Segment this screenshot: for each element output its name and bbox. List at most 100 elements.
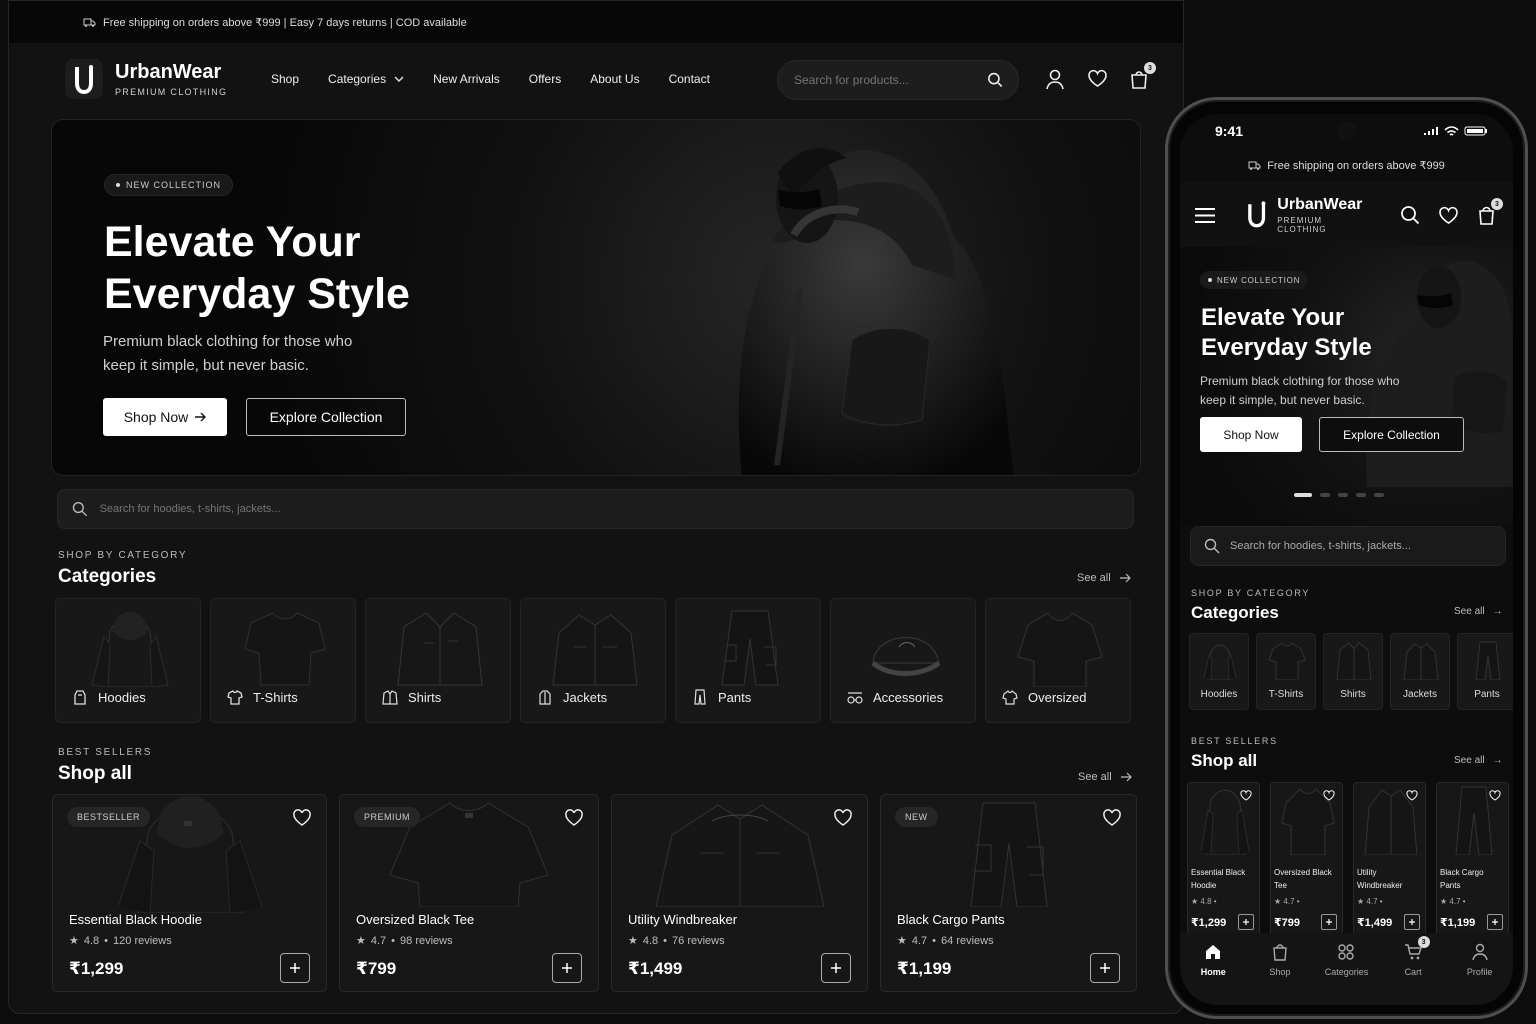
mobile-explore-collection-button[interactable]: Explore Collection <box>1319 417 1464 452</box>
user-icon[interactable] <box>1045 69 1065 90</box>
add-to-cart-button[interactable] <box>1487 914 1503 930</box>
main-navigation: Shop Categories New Arrivals Offers Abou… <box>271 72 710 86</box>
mobile-category-t-shirts[interactable]: T-Shirts <box>1256 633 1316 710</box>
mobile-category-jackets[interactable]: Jackets <box>1390 633 1450 710</box>
carousel-dot[interactable] <box>1338 493 1348 497</box>
add-to-cart-button[interactable] <box>280 953 310 983</box>
carousel-dot-active[interactable] <box>1294 493 1312 497</box>
plus-icon <box>1100 963 1110 973</box>
search-icon[interactable] <box>1400 205 1420 225</box>
tab-label: Home <box>1200 967 1226 977</box>
catalog-search-bar[interactable] <box>57 489 1134 529</box>
promo-bar: Free shipping on orders above ₹999 | Eas… <box>9 1 1183 43</box>
wishlist-heart-icon[interactable] <box>1102 809 1122 827</box>
tab-label: Profile <box>1466 967 1493 977</box>
mobile-brand-logo[interactable]: UrbanWear PREMIUM CLOTHING <box>1244 196 1372 234</box>
category-hoodies[interactable]: Hoodies <box>55 598 201 723</box>
tshirt-product-image <box>1268 642 1306 680</box>
rating-value: 4.7 <box>911 934 928 947</box>
wishlist-heart-icon[interactable] <box>1323 790 1335 801</box>
mobile-product-card[interactable]: Essential Black Hoodie ★ 4.8 • ₹1,299 <box>1187 782 1260 936</box>
tab-home[interactable]: Home <box>1184 943 1242 1005</box>
carousel-dot[interactable] <box>1356 493 1366 497</box>
pants-product-image <box>1475 641 1501 680</box>
nav-offers[interactable]: Offers <box>529 72 561 86</box>
nav-contact[interactable]: Contact <box>669 72 710 86</box>
category-jackets[interactable]: Jackets <box>520 598 666 723</box>
hero-carousel-dots[interactable] <box>1294 493 1384 497</box>
mobile-product-card[interactable]: Utility Windbreaker ★ 4.7 • ₹1,499 <box>1353 782 1426 936</box>
brand-logo[interactable]: UrbanWear PREMIUM CLOTHING <box>65 59 227 99</box>
status-icons <box>1423 125 1488 137</box>
mobile-category-shirts[interactable]: Shirts <box>1323 633 1383 710</box>
oversized-tee-icon <box>1002 690 1018 705</box>
wishlist-heart-icon[interactable] <box>1489 790 1501 801</box>
hamburger-menu-icon[interactable] <box>1194 207 1216 224</box>
tab-shop[interactable]: Shop <box>1251 943 1309 1005</box>
arrow-right-icon: → <box>1492 606 1503 617</box>
category-accessories-label: Accessories <box>873 689 944 705</box>
category-accessories[interactable]: Accessories <box>830 598 976 723</box>
product-card[interactable]: BESTSELLER Essential Black Hoodie ★ 4.8 • 1… <box>52 794 327 992</box>
product-rating: ★ 4.7 • 98 reviews <box>356 934 453 948</box>
explore-collection-button[interactable]: Explore Collection <box>246 398 406 436</box>
wishlist-heart-icon[interactable] <box>292 809 312 827</box>
wishlist-heart-icon[interactable] <box>833 809 853 827</box>
mobile-cart-button[interactable]: 3 <box>1477 198 1503 225</box>
tab-profile[interactable]: Profile <box>1451 943 1509 1005</box>
tab-categories[interactable]: Categories <box>1317 943 1375 1005</box>
desktop-header: UrbanWear PREMIUM CLOTHING Shop Categori… <box>9 43 1183 117</box>
mobile-shop-now-button[interactable]: Shop Now <box>1200 417 1302 452</box>
mobile-categories-see-all[interactable]: See all → <box>1454 606 1503 617</box>
nav-shop[interactable]: Shop <box>271 72 299 86</box>
header-search-input[interactable] <box>794 73 988 87</box>
product-card[interactable]: PREMIUM Oversized Black Tee ★ 4.7 • 98 revi… <box>339 794 599 992</box>
mobile-product-card[interactable]: Black Cargo Pants ★ 4.7 • ₹1,199 <box>1436 782 1509 936</box>
add-to-cart-button[interactable] <box>552 953 582 983</box>
mobile-product-card[interactable]: Oversized Black Tee ★ 4.7 • ₹799 <box>1270 782 1343 936</box>
add-to-cart-button[interactable] <box>1090 953 1120 983</box>
mobile-products-see-all[interactable]: See all → <box>1454 755 1503 766</box>
mobile-category-row: Hoodies T-Shirts Shirts Jackets Pants <box>1189 633 1513 710</box>
battery-icon <box>1464 126 1487 136</box>
catalog-search-input[interactable] <box>99 503 1133 515</box>
mobile-category-pants[interactable]: Pants <box>1457 633 1513 710</box>
category-oversized[interactable]: Oversized <box>985 598 1131 723</box>
category-t-shirts[interactable]: T-Shirts <box>210 598 356 723</box>
tab-cart[interactable]: 3 Cart <box>1384 936 1442 1005</box>
header-search[interactable] <box>777 60 1019 100</box>
category-shirts[interactable]: Shirts <box>365 598 511 723</box>
search-icon[interactable] <box>987 71 1004 89</box>
hero-title: Elevate Your Everyday Style <box>104 218 410 318</box>
add-to-cart-button[interactable] <box>1321 914 1337 930</box>
shop-now-button[interactable]: Shop Now <box>103 398 227 436</box>
nav-about-us[interactable]: About Us <box>590 72 639 86</box>
add-to-cart-button[interactable] <box>821 953 851 983</box>
carousel-dot[interactable] <box>1374 493 1384 497</box>
hoodie-product-image <box>91 611 169 687</box>
wishlist-heart-icon[interactable] <box>1438 206 1459 225</box>
wishlist-heart-icon[interactable] <box>564 809 584 827</box>
wishlist-heart-icon[interactable] <box>1087 69 1108 88</box>
shirt-icon <box>382 690 398 705</box>
mobile-category-hoodies[interactable]: Hoodies <box>1189 633 1249 710</box>
add-to-cart-button[interactable] <box>1238 914 1254 930</box>
wishlist-heart-icon[interactable] <box>1240 790 1252 801</box>
products-see-all[interactable]: See all <box>1078 771 1132 783</box>
categories-see-all[interactable]: See all <box>1077 572 1131 584</box>
search-icon <box>1204 538 1220 554</box>
mobile-product-rating: ★ 4.7 • <box>1440 897 1466 906</box>
nav-categories[interactable]: Categories <box>328 72 404 86</box>
rating-value: 4.7 <box>1449 897 1461 906</box>
mobile-product-price: ₹1,299 <box>1191 917 1227 929</box>
nav-new-arrivals[interactable]: New Arrivals <box>433 72 500 86</box>
carousel-dot[interactable] <box>1320 493 1330 497</box>
product-card[interactable]: NEW Black Cargo Pants ★ 4.7 • 64 reviews ₹1… <box>880 794 1137 992</box>
mobile-search-bar[interactable]: Search for hoodies, t-shirts, jackets... <box>1190 526 1506 566</box>
add-to-cart-button[interactable] <box>1404 914 1420 930</box>
product-grid: BESTSELLER Essential Black Hoodie ★ 4.8 • 1… <box>52 794 1137 992</box>
product-card[interactable]: Utility Windbreaker ★ 4.8 • 76 reviews ₹1,4… <box>611 794 868 992</box>
category-pants[interactable]: Pants <box>675 598 821 723</box>
cart-button[interactable]: 3 <box>1129 62 1156 89</box>
wishlist-heart-icon[interactable] <box>1406 790 1418 801</box>
